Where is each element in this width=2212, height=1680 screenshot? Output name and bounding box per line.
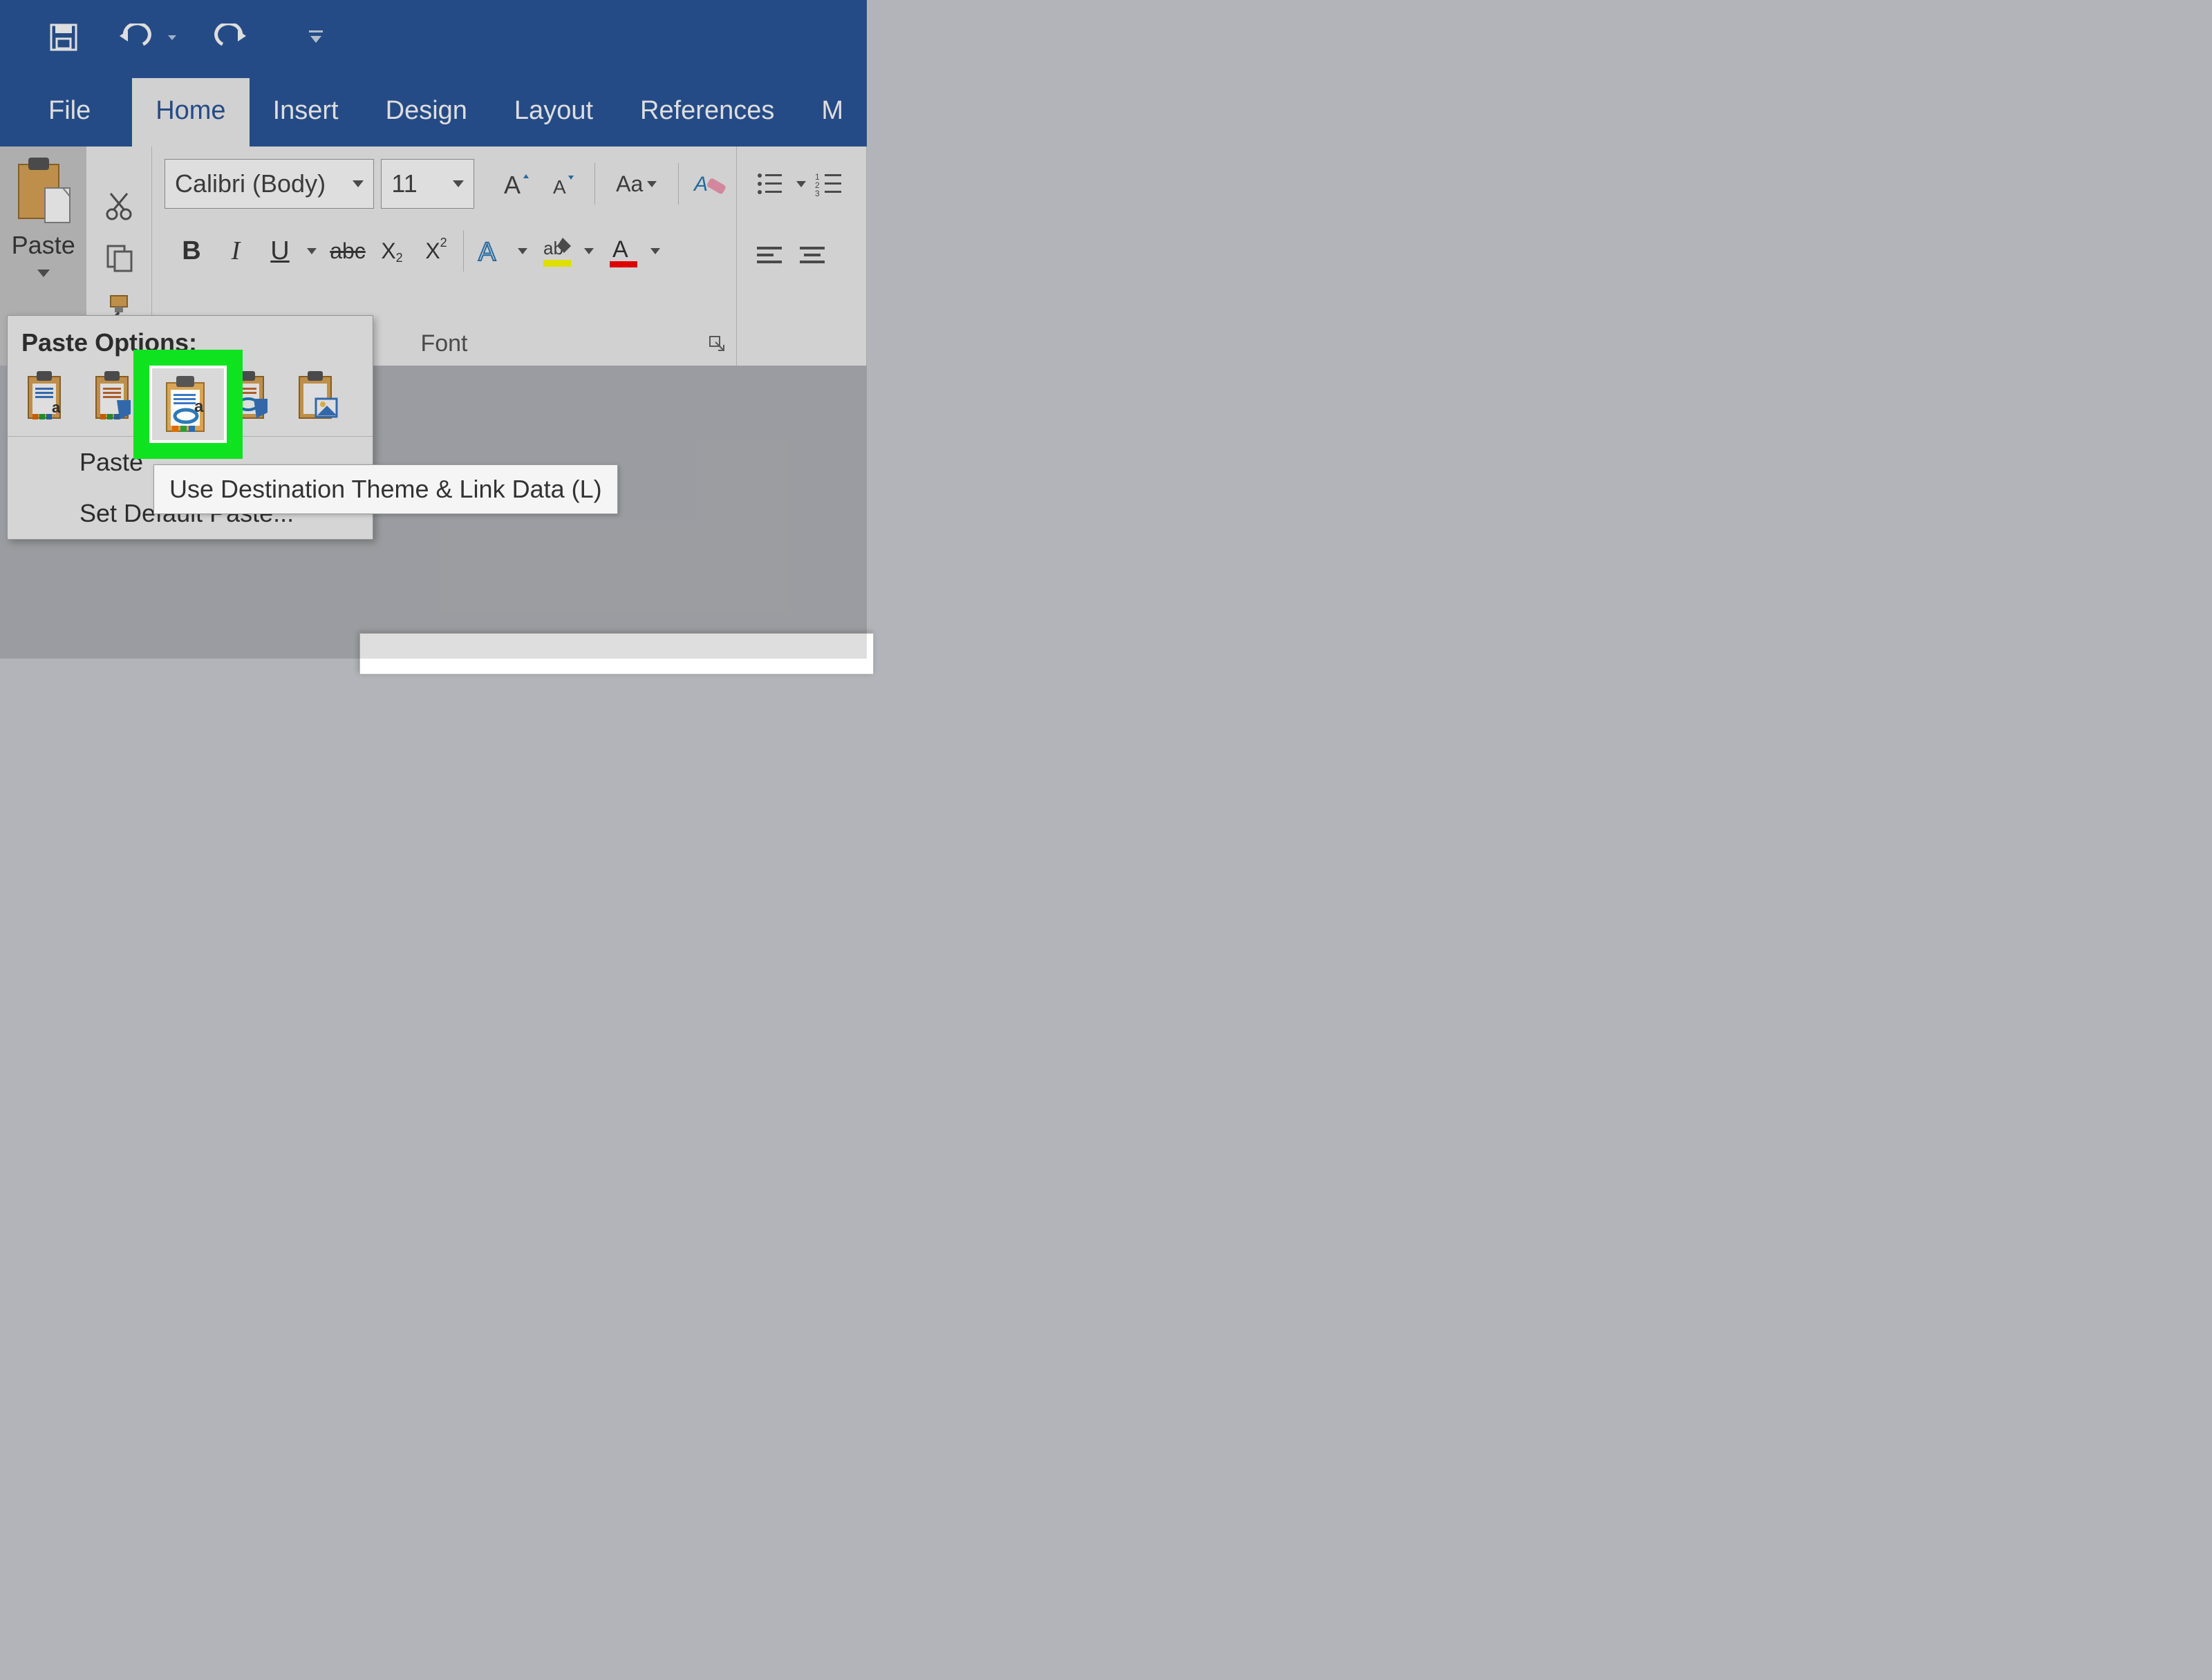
numbering-icon: 1 2 3 [815, 171, 843, 196]
tab-design[interactable]: Design [362, 78, 491, 147]
svg-text:A: A [478, 238, 496, 266]
shrink-font-icon: A [549, 169, 578, 199]
font-name-combo[interactable]: Calibri (Body) [165, 159, 374, 209]
customize-qat-button[interactable] [308, 29, 324, 46]
redo-button[interactable] [214, 23, 249, 51]
svg-text:A: A [612, 236, 628, 263]
clipboard-picture-icon [294, 368, 342, 422]
svg-text:A: A [504, 171, 521, 199]
text-effects-more-icon[interactable] [518, 248, 527, 254]
superscript-button[interactable]: X2 [415, 229, 458, 272]
paste-icon [15, 156, 73, 225]
strikethrough-button[interactable]: abc [326, 229, 369, 272]
copy-button[interactable] [104, 242, 134, 272]
svg-text:a: a [52, 399, 61, 416]
chevron-down-icon [453, 180, 464, 187]
text-effects-button[interactable]: A [469, 229, 512, 272]
font-size-combo[interactable]: 11 [381, 159, 474, 209]
paste-as-picture[interactable] [294, 368, 342, 422]
bullets-button[interactable] [749, 159, 789, 209]
font-dialog-launcher[interactable] [709, 335, 727, 353]
font-name-value: Calibri (Body) [175, 169, 326, 198]
chevron-down-icon [647, 181, 657, 187]
svg-text:3: 3 [815, 189, 820, 196]
chevron-down-icon [353, 180, 364, 187]
undo-icon [117, 23, 151, 51]
tab-references[interactable]: References [617, 78, 798, 147]
undo-button[interactable] [117, 23, 176, 51]
bullets-icon [756, 171, 783, 196]
ribbon-tabs: File Home Insert Design Layout Reference… [0, 75, 867, 147]
svg-text:A: A [693, 173, 708, 196]
align-left-button[interactable] [749, 232, 789, 282]
tab-insert[interactable]: Insert [250, 78, 362, 147]
font-size-value: 11 [391, 169, 417, 198]
bold-button[interactable]: B [170, 229, 213, 272]
clipboard-link-destination-icon: a [160, 373, 216, 435]
paste-more-caret-icon[interactable] [37, 270, 50, 277]
svg-text:A: A [553, 176, 566, 198]
customize-qat-icon [308, 29, 324, 46]
redo-icon [214, 23, 249, 51]
underline-button[interactable]: U [259, 229, 301, 272]
clear-formatting-icon: A [693, 169, 727, 199]
tab-home[interactable]: Home [132, 78, 249, 147]
tab-file[interactable]: File [0, 78, 114, 147]
save-button[interactable] [48, 22, 79, 53]
bullets-more-icon[interactable] [796, 181, 806, 187]
subscript-button[interactable]: X2 [371, 229, 413, 272]
grow-font-icon: A [503, 169, 532, 199]
document-page [359, 633, 874, 674]
save-icon [48, 22, 79, 53]
align-center-icon [798, 245, 826, 269]
paste-option-tooltip: Use Destination Theme & Link Data (L) [153, 464, 618, 514]
font-color-icon: A [608, 234, 639, 268]
tutorial-highlight: a [133, 350, 243, 459]
change-case-button[interactable]: Aa [606, 159, 667, 209]
paragraph-group: 1 2 3 [737, 147, 867, 366]
cut-button[interactable] [104, 191, 134, 221]
paste-label: Paste [12, 231, 75, 260]
text-effects-icon: A [477, 236, 505, 266]
paste-use-destination-styles[interactable] [91, 368, 139, 422]
title-bar [0, 0, 867, 75]
scissors-icon [104, 191, 134, 221]
copy-icon [104, 242, 134, 272]
highlight-icon: ab [541, 234, 574, 268]
clear-formatting-button[interactable]: A [690, 159, 729, 209]
align-center-button[interactable] [792, 232, 832, 282]
numbering-button[interactable]: 1 2 3 [809, 159, 849, 209]
undo-more-icon[interactable] [168, 35, 176, 40]
change-case-icon: Aa [616, 171, 643, 197]
clipboard-destination-styles-icon [91, 368, 139, 422]
clipboard-keep-source-icon: a [23, 368, 71, 422]
underline-more-icon[interactable] [307, 248, 317, 254]
highlight-button[interactable]: ab [536, 229, 579, 272]
italic-button[interactable]: I [214, 229, 257, 272]
tab-more[interactable]: M [798, 78, 867, 147]
font-color-more-icon[interactable] [650, 248, 660, 254]
paste-keep-source-formatting[interactable]: a [23, 368, 71, 422]
font-color-button[interactable]: A [602, 229, 645, 272]
highlight-more-icon[interactable] [584, 248, 594, 254]
shrink-font-button[interactable]: A [543, 159, 583, 209]
dialog-launcher-icon [709, 335, 727, 353]
grow-font-button[interactable]: A [497, 159, 536, 209]
align-left-icon [756, 245, 783, 269]
tab-layout[interactable]: Layout [491, 78, 617, 147]
